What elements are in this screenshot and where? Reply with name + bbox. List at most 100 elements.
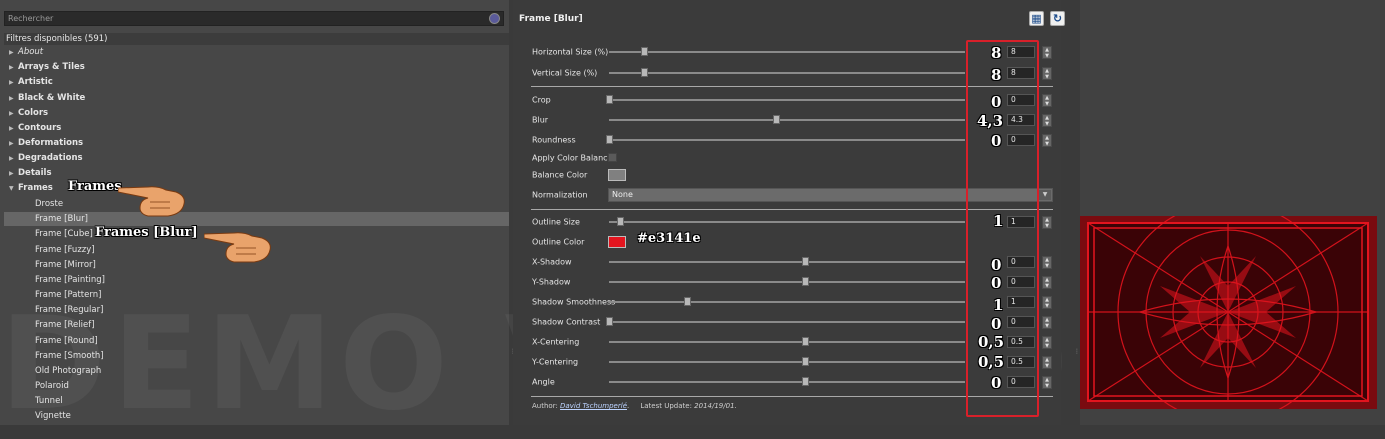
tree-item-frame-cube[interactable]: Frame [Cube] — [35, 227, 93, 242]
spin-buttons[interactable]: ▲ ▼ — [1042, 134, 1052, 147]
spin-buttons[interactable]: ▲ ▼ — [1042, 296, 1052, 309]
expand-arrow-icon[interactable]: ▶ — [9, 151, 18, 166]
slider-handle[interactable] — [640, 47, 648, 56]
layers-icon[interactable]: ▦ — [1029, 11, 1044, 26]
slider-handle[interactable] — [640, 68, 648, 77]
tree-category-black-white[interactable]: ▶ Black & White — [9, 91, 85, 106]
slider-handle[interactable] — [801, 377, 809, 386]
tree-item-vignette[interactable]: Vignette — [35, 409, 71, 424]
spin-buttons[interactable]: ▲ ▼ — [1042, 94, 1052, 107]
param-label-roundness: Roundness — [532, 135, 576, 145]
preview-image[interactable] — [1080, 216, 1377, 409]
tree-category-artistic[interactable]: ▶ Artistic — [9, 75, 53, 90]
slider-handle[interactable] — [801, 357, 809, 366]
slider-handle[interactable] — [801, 277, 809, 286]
slider-handle[interactable] — [606, 95, 613, 104]
param-label-outline-color: Outline Color — [532, 237, 585, 247]
tree-category-about[interactable]: ▶ About — [9, 45, 43, 60]
spin-buttons[interactable]: ▲ ▼ — [1042, 316, 1052, 329]
slider-handle[interactable] — [606, 135, 613, 144]
update-date: 2014/19/01. — [694, 402, 737, 410]
slider-blur[interactable] — [609, 115, 965, 124]
collapse-arrow-icon[interactable]: ▼ — [9, 181, 18, 196]
tree-category-arrays-tiles[interactable]: ▶ Arrays & Tiles — [9, 60, 85, 75]
expand-arrow-icon[interactable]: ▶ — [9, 60, 18, 75]
spin-buttons[interactable]: ▲ ▼ — [1042, 356, 1052, 369]
annotation-frames: Frames — [68, 179, 122, 194]
expand-arrow-icon[interactable]: ▶ — [9, 45, 18, 60]
slider-handle[interactable] — [801, 257, 809, 266]
spin-buttons[interactable]: ▲ ▼ — [1042, 256, 1052, 269]
expand-arrow-icon[interactable]: ▶ — [9, 91, 18, 106]
tree-item-frame-regular[interactable]: Frame [Regular] — [35, 303, 103, 318]
slider-handle[interactable] — [684, 297, 692, 306]
tree-item-frame-blur[interactable]: Frame [Blur] — [35, 212, 88, 227]
param-label-crop: Crop — [532, 95, 551, 105]
tree-item-frame-pattern[interactable]: Frame [Pattern] — [35, 288, 101, 303]
slider-handle[interactable] — [616, 217, 624, 226]
slider-angle[interactable] — [609, 377, 965, 386]
expand-arrow-icon[interactable]: ▶ — [9, 136, 18, 151]
tree-category-degradations[interactable]: ▶ Degradations — [9, 151, 83, 166]
tree-category-contours[interactable]: ▶ Contours — [9, 121, 61, 136]
tree-item-frame-mirror[interactable]: Frame [Mirror] — [35, 258, 96, 273]
highlight-box — [966, 40, 1039, 417]
param-label-angle: Angle — [532, 377, 555, 387]
slider-handle[interactable] — [801, 337, 809, 346]
tree-item-frame-round[interactable]: Frame [Round] — [35, 334, 98, 349]
param-label-balance-color: Balance Color — [532, 170, 588, 180]
spin-buttons[interactable]: ▲ ▼ — [1042, 114, 1052, 127]
param-label-apply-color-balance: Apply Color Balance — [532, 153, 613, 163]
slider-crop[interactable] — [606, 95, 965, 104]
search-input[interactable]: Rechercher — [4, 11, 504, 26]
splitter-handle[interactable]: ⋮ — [1074, 348, 1080, 360]
refresh-icon[interactable]: ↻ — [1050, 11, 1065, 26]
tree-item-frame-fuzzy[interactable]: Frame [Fuzzy] — [35, 243, 95, 258]
apply-color-balance-checkbox[interactable] — [608, 153, 617, 162]
outline-color-swatch[interactable] — [608, 236, 626, 248]
slider-horizontal-size[interactable] — [609, 47, 965, 56]
spin-buttons[interactable]: ▲ ▼ — [1042, 216, 1052, 229]
chevron-down-icon[interactable]: ▼ — [1039, 190, 1051, 200]
spin-buttons[interactable]: ▲ ▼ — [1042, 376, 1052, 389]
search-icon[interactable] — [489, 13, 500, 24]
tree-item-polaroid[interactable]: Polaroid — [35, 379, 69, 394]
slider-outline-size[interactable] — [609, 217, 965, 226]
tree-category-colors[interactable]: ▶ Colors — [9, 106, 48, 121]
slider-roundness[interactable] — [606, 135, 965, 144]
tree-item-old-photograph[interactable]: Old Photograph — [35, 364, 101, 379]
author-label: Author: — [532, 402, 558, 410]
spin-buttons[interactable]: ▲ ▼ — [1042, 67, 1052, 80]
expand-arrow-icon[interactable]: ▶ — [9, 166, 18, 181]
slider-y-shadow[interactable] — [609, 277, 965, 286]
tree-item-frame-smooth[interactable]: Frame [Smooth] — [35, 349, 104, 364]
tree-category-details[interactable]: ▶ Details — [9, 166, 52, 181]
slider-y-centering[interactable] — [609, 357, 965, 366]
expand-arrow-icon[interactable]: ▶ — [9, 106, 18, 121]
slider-shadow-contrast[interactable] — [606, 317, 965, 326]
tree-item-frame-painting[interactable]: Frame [Painting] — [35, 273, 105, 288]
spin-buttons[interactable]: ▲ ▼ — [1042, 46, 1052, 59]
slider-x-shadow[interactable] — [609, 257, 965, 266]
tree-item-frame-relief[interactable]: Frame [Relief] — [35, 318, 95, 333]
author-link[interactable]: David Tschumperlé — [560, 402, 627, 410]
slider-handle[interactable] — [606, 317, 613, 326]
tree-category-deformations[interactable]: ▶ Deformations — [9, 136, 83, 151]
tree-category-frames[interactable]: ▼ Frames — [9, 181, 53, 196]
slider-handle[interactable] — [773, 115, 781, 124]
expand-arrow-icon[interactable]: ▶ — [9, 75, 18, 90]
slider-x-centering[interactable] — [609, 337, 965, 346]
pointing-hand-icon — [204, 232, 271, 263]
param-label-shadow-smoothness: Shadow Smoothness — [532, 297, 616, 307]
expand-arrow-icon[interactable]: ▶ — [9, 121, 18, 136]
slider-vertical-size[interactable] — [609, 68, 965, 77]
tree-item-tunnel[interactable]: Tunnel — [35, 394, 63, 409]
slider-shadow-smoothness[interactable] — [609, 297, 965, 306]
tree-item-droste[interactable]: Droste — [35, 197, 63, 212]
spin-buttons[interactable]: ▲ ▼ — [1042, 336, 1052, 349]
param-label-vertical-size: Vertical Size (%) — [532, 68, 598, 78]
balance-color-swatch[interactable] — [608, 169, 626, 181]
annotation-outline-color-hex: #e3141e — [637, 231, 701, 246]
filter-title: Frame [Blur] — [519, 14, 583, 24]
spin-buttons[interactable]: ▲ ▼ — [1042, 276, 1052, 289]
